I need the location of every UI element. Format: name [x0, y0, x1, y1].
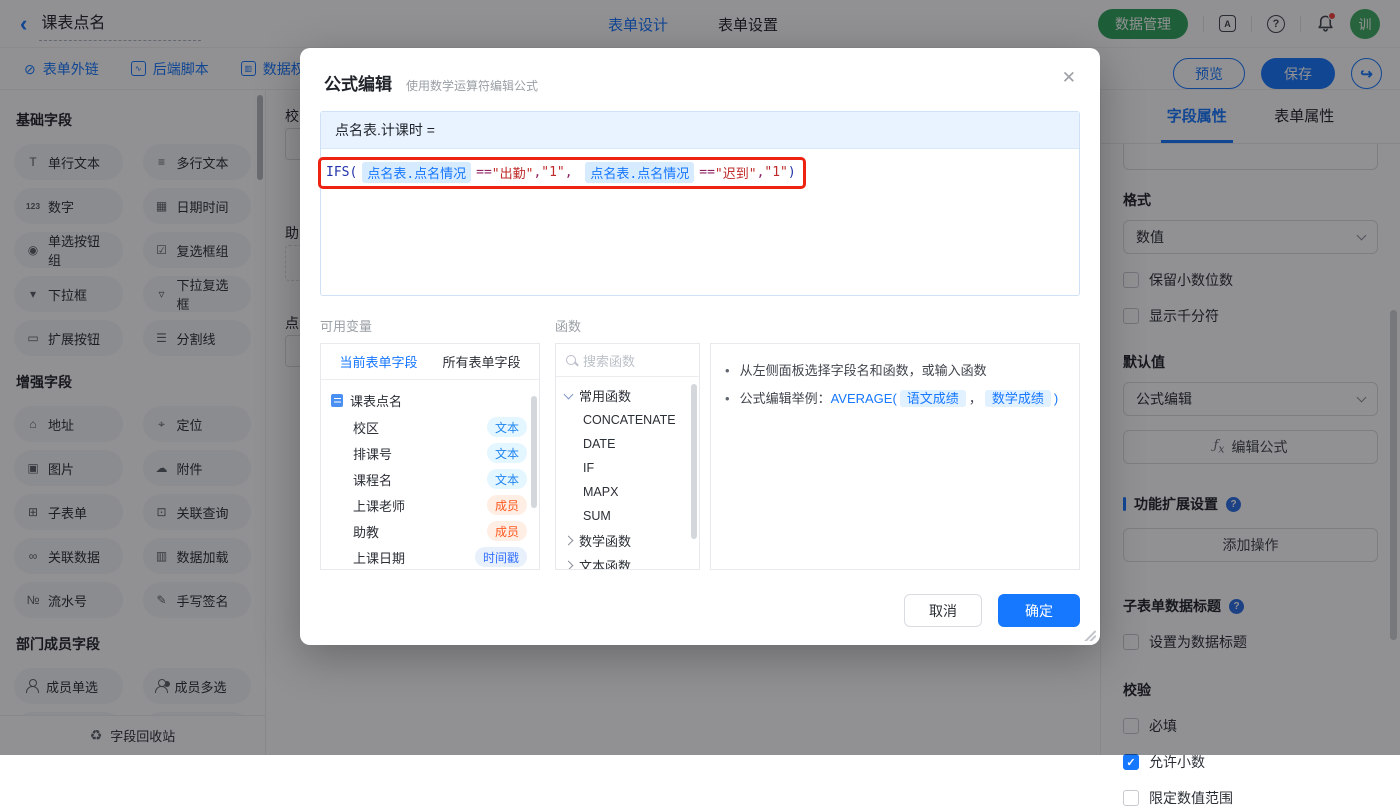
variable-row-class-date[interactable]: 上课日期 时间戳: [321, 544, 539, 569]
document-icon: [331, 394, 343, 407]
tips-panel: 从左侧面板选择字段名和函数，或输入函数 公式编辑举例：AVERAGE(语文成绩，…: [710, 343, 1080, 570]
confirm-button[interactable]: 确定: [998, 594, 1080, 627]
formula-input-area[interactable]: IFS( 点名表.点名情况 == "出勤" , "1" , 点名表.点名情况 =…: [318, 149, 1079, 295]
tip-select-fields: 从左侧面板选择字段名和函数，或输入函数: [725, 360, 1065, 381]
formula-editor-modal: 公式编辑 使用数学运算符编辑公式 ✕ 点名表.计课时 = IFS( 点名表.点名…: [300, 48, 1100, 645]
panel-labels: 可用变量 函数: [320, 316, 1080, 335]
example-field-chip: 语文成绩: [899, 390, 966, 407]
tab-current-form-fields[interactable]: 当前表单字段: [339, 352, 417, 371]
function-group-math[interactable]: 数学函数: [556, 528, 699, 553]
function-item-sum[interactable]: SUM: [556, 504, 699, 528]
resize-handle[interactable]: [1083, 628, 1096, 641]
formula-token: IFS(: [326, 165, 358, 180]
function-search-input[interactable]: 搜索函数: [556, 344, 699, 377]
type-badge: 时间戳: [474, 547, 527, 567]
formula-token: "1": [541, 165, 565, 180]
search-icon: [566, 355, 576, 365]
formula-token: "出勤": [491, 167, 534, 182]
formula-token: ==: [476, 165, 492, 180]
formula-field-chip[interactable]: 点名表.点名情况: [362, 162, 472, 183]
chevron-right-icon: [563, 560, 574, 569]
type-badge: 成员: [486, 495, 527, 515]
variable-row-campus[interactable]: 校区 文本: [321, 414, 539, 440]
variables-scrollbar[interactable]: [531, 396, 537, 508]
checkbox-box[interactable]: [1123, 790, 1139, 806]
formula-editor: 点名表.计课时 = IFS( 点名表.点名情况 == "出勤" , "1" , …: [318, 111, 1080, 296]
formula-token: ,: [533, 165, 542, 180]
function-group-text[interactable]: 文本函数: [556, 553, 699, 569]
close-icon[interactable]: ✕: [1062, 68, 1076, 88]
modal-subtitle: 使用数学运算符编辑公式: [406, 79, 539, 93]
variables-tabs: 当前表单字段 所有表单字段: [321, 344, 539, 380]
functions-scrollbar[interactable]: [691, 384, 697, 539]
type-badge: 文本: [486, 443, 527, 463]
formula-expression-highlighted: IFS( 点名表.点名情况 == "出勤" , "1" , 点名表.点名情况 =…: [318, 157, 806, 189]
checkbox-box-checked[interactable]: ✓: [1123, 754, 1139, 770]
modal-footer: 取消 确定: [904, 594, 1080, 627]
variable-row-schedule-no[interactable]: 排课号 文本: [321, 440, 539, 466]
formula-token: ,: [756, 165, 765, 180]
variables-tree: 课表点名 校区 文本 排课号 文本 课程名 文本 上课老师 成员 助教 成员 上…: [321, 380, 539, 569]
chevron-down-icon: [563, 389, 574, 399]
formula-token: ,: [564, 165, 581, 180]
tab-all-form-fields[interactable]: 所有表单字段: [442, 352, 520, 371]
function-item-mapx[interactable]: MAPX: [556, 480, 699, 504]
function-item-date[interactable]: DATE: [556, 432, 699, 456]
function-item-concatenate[interactable]: CONCATENATE: [556, 408, 699, 432]
function-group-common[interactable]: 常用函数: [556, 383, 699, 408]
variable-row-course-name[interactable]: 课程名 文本: [321, 466, 539, 492]
variable-row-teacher[interactable]: 上课老师 成员: [321, 492, 539, 518]
formula-target: 点名表.计课时 =: [321, 112, 1079, 149]
variable-row-assistant[interactable]: 助教 成员: [321, 518, 539, 544]
function-item-if[interactable]: IF: [556, 456, 699, 480]
cancel-button[interactable]: 取消: [904, 594, 982, 627]
functions-panel: 搜索函数 常用函数 CONCATENATE DATE IF MAPX SUM 数…: [555, 343, 700, 570]
tip-formula-example: 公式编辑举例：AVERAGE(语文成绩，数学成绩): [725, 388, 1065, 409]
example-field-chip: 数学成绩: [984, 390, 1051, 407]
functions-tree: 常用函数 CONCATENATE DATE IF MAPX SUM 数学函数 文…: [556, 377, 699, 569]
modal-panels: 当前表单字段 所有表单字段 课表点名 校区 文本 排课号 文本 课程名 文本 上…: [320, 343, 1080, 570]
checkbox-limit-range[interactable]: 限定数值范围: [1123, 788, 1378, 808]
formula-token: "1": [764, 165, 788, 180]
tree-root-form[interactable]: 课表点名: [321, 387, 539, 414]
functions-label: 函数: [555, 319, 582, 334]
search-placeholder: 搜索函数: [583, 353, 636, 369]
modal-title: 公式编辑: [324, 75, 392, 94]
checkbox-allow-decimal[interactable]: ✓ 允许小数: [1123, 752, 1378, 772]
formula-token: "迟到": [714, 167, 757, 182]
modal-header: 公式编辑 使用数学运算符编辑公式: [300, 48, 1100, 95]
formula-field-chip[interactable]: 点名表.点名情况: [585, 162, 695, 183]
variables-panel: 当前表单字段 所有表单字段 课表点名 校区 文本 排课号 文本 课程名 文本 上…: [320, 343, 540, 570]
type-badge: 文本: [486, 417, 527, 437]
variables-label: 可用变量: [320, 319, 373, 334]
type-badge: 文本: [486, 469, 527, 489]
type-badge: 成员: [486, 521, 527, 541]
formula-token: ): [787, 165, 796, 180]
formula-token: ==: [699, 165, 715, 180]
chevron-right-icon: [563, 535, 574, 546]
